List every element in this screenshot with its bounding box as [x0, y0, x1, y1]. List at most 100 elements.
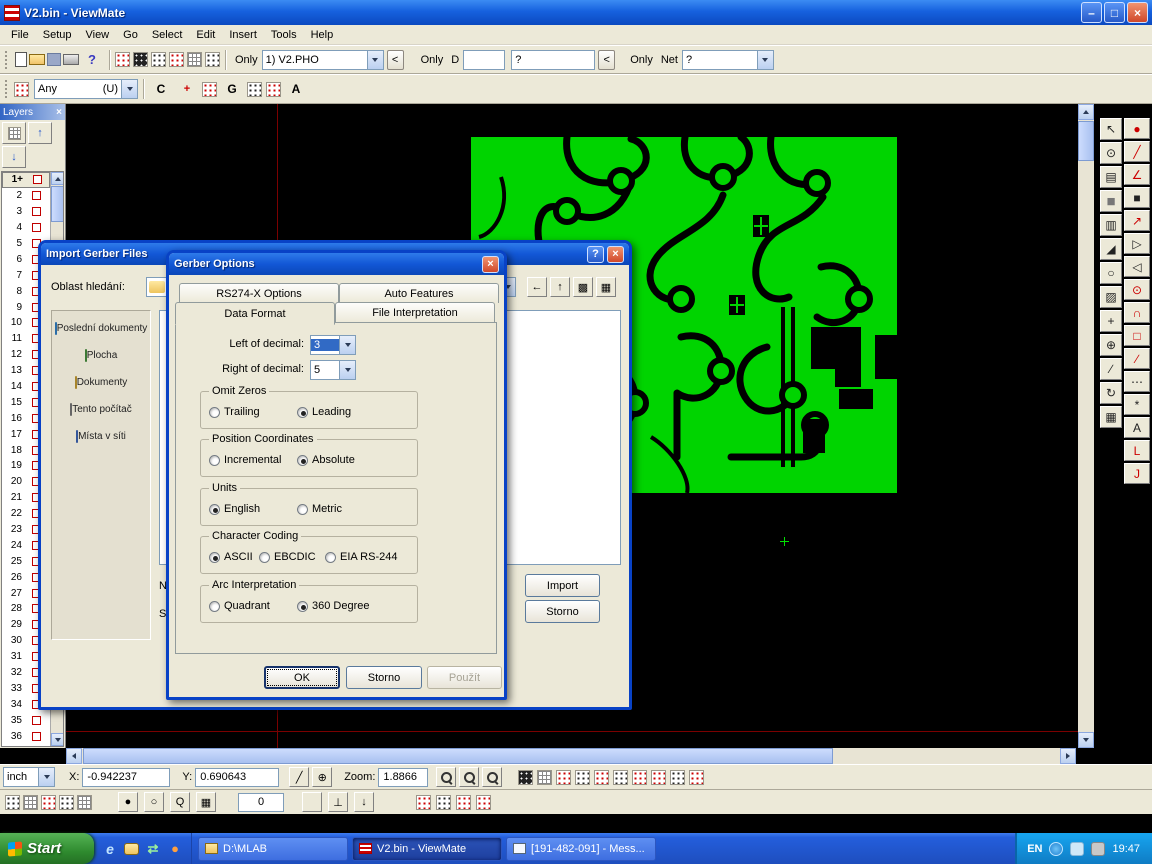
- new-file-icon[interactable]: [15, 52, 27, 67]
- filled-rect-tool-icon[interactable]: ■: [1124, 187, 1150, 208]
- pad-mode-1-icon[interactable]: [556, 770, 571, 785]
- combo-arrow-icon[interactable]: [121, 80, 137, 98]
- place-computer[interactable]: Tento počítač: [52, 402, 150, 419]
- toolbar-gripper[interactable]: [5, 80, 9, 98]
- place-desktop[interactable]: Plocha: [52, 348, 150, 365]
- film-positive-icon[interactable]: [537, 770, 552, 785]
- menu-tools[interactable]: Tools: [264, 27, 304, 43]
- hatch-tool-icon[interactable]: ▨: [1100, 286, 1122, 308]
- corner-tool-icon[interactable]: ◢: [1100, 238, 1122, 260]
- task-message[interactable]: [191-482-091] - Mess...: [506, 837, 656, 861]
- query-icon[interactable]: Q: [170, 792, 190, 812]
- pad-tool-icon[interactable]: ●: [1124, 118, 1150, 139]
- layer-color-swatch[interactable]: [32, 223, 41, 232]
- grid-table-icon[interactable]: ▦: [196, 792, 216, 812]
- grid-toggle-icon[interactable]: [187, 52, 202, 67]
- film-negative-icon[interactable]: [518, 770, 533, 785]
- layers-panel-close-icon[interactable]: ×: [56, 107, 62, 118]
- layer-row[interactable]: 3: [2, 204, 50, 220]
- select-pattern-button[interactable]: [202, 82, 217, 97]
- ok-button[interactable]: OK: [264, 666, 340, 689]
- selection-filter-combo[interactable]: Any (U): [34, 79, 138, 99]
- rect-outline-tool-icon[interactable]: □: [1124, 325, 1150, 346]
- origin-icon[interactable]: ⊕: [312, 767, 332, 787]
- crosshair-toggle-icon[interactable]: [205, 52, 220, 67]
- tab-auto-features[interactable]: Auto Features: [339, 283, 499, 303]
- mirror-tool-icon[interactable]: ▥: [1100, 214, 1122, 236]
- layer-row[interactable]: 2: [2, 188, 50, 204]
- tab-rs274x-options[interactable]: RS274-X Options: [179, 283, 339, 303]
- pad-mode-7-icon[interactable]: [670, 770, 685, 785]
- dcode-view-3-icon[interactable]: [456, 795, 471, 810]
- layer-row[interactable]: 35: [2, 712, 50, 728]
- scroll-up-arrow[interactable]: [51, 172, 64, 185]
- radio-english[interactable]: English: [209, 503, 260, 515]
- print-icon[interactable]: [63, 54, 79, 65]
- scroll-down-arrow[interactable]: [51, 733, 64, 746]
- layer-combo[interactable]: 1) V2.PHO: [262, 50, 384, 70]
- toolbar-gripper[interactable]: [5, 51, 9, 69]
- unit-combo[interactable]: inch: [3, 767, 55, 787]
- close-button[interactable]: ×: [1127, 2, 1148, 23]
- radio-eia-rs244[interactable]: EIA RS-244: [325, 551, 397, 563]
- place-recent-documents[interactable]: Poslední dokumenty: [52, 321, 150, 338]
- save-file-icon[interactable]: [47, 53, 61, 66]
- right-of-decimal-combo[interactable]: 5: [310, 360, 356, 380]
- snap-mode-4-icon[interactable]: [59, 795, 74, 810]
- combo-arrow-icon[interactable]: [339, 336, 355, 354]
- combo-arrow-icon[interactable]: [757, 51, 773, 69]
- close-button[interactable]: ×: [482, 256, 499, 273]
- dcode-view-1-icon[interactable]: [416, 795, 431, 810]
- layer-row[interactable]: 4: [2, 220, 50, 236]
- triangle-left-tool-icon[interactable]: ◁: [1124, 256, 1150, 277]
- dot-grid-icon[interactable]: [302, 792, 322, 812]
- target-tool-icon[interactable]: ⊙: [1124, 279, 1150, 300]
- snap-mode-3-icon[interactable]: [41, 795, 56, 810]
- combo-arrow-icon[interactable]: [38, 768, 54, 786]
- scrollbar-thumb[interactable]: [1078, 121, 1094, 161]
- maximize-button[interactable]: □: [1104, 2, 1125, 23]
- menu-insert[interactable]: Insert: [222, 27, 264, 43]
- grid-value-field[interactable]: 0: [238, 793, 284, 812]
- folder-quicklaunch-icon[interactable]: [124, 843, 139, 855]
- pad-mode-3-icon[interactable]: [594, 770, 609, 785]
- circle-select-tool-icon[interactable]: ○: [1100, 262, 1122, 284]
- layer-color-swatch[interactable]: [33, 175, 42, 184]
- menu-select[interactable]: Select: [145, 27, 190, 43]
- slash-tool-icon[interactable]: ∕: [1124, 348, 1150, 369]
- text-tool-icon[interactable]: A: [1124, 417, 1150, 438]
- highlight-dot-icon[interactable]: ●: [118, 792, 138, 812]
- view-menu-icon[interactable]: ▦: [596, 277, 616, 297]
- snap-mode-2-icon[interactable]: [23, 795, 38, 810]
- step-back-button-2[interactable]: <: [598, 50, 615, 70]
- menu-view[interactable]: View: [78, 27, 116, 43]
- rotate-tool-icon[interactable]: ↻: [1100, 382, 1122, 404]
- origin-tool-icon[interactable]: ⊕: [1100, 334, 1122, 356]
- dcode-view-2-icon[interactable]: [436, 795, 451, 810]
- horizontal-scrollbar[interactable]: [66, 748, 1076, 764]
- layer-row[interactable]: 1+: [2, 172, 50, 188]
- scroll-down-arrow[interactable]: [1078, 732, 1094, 748]
- menu-edit[interactable]: Edit: [189, 27, 222, 43]
- open-file-icon[interactable]: [29, 54, 45, 65]
- zoom-point-tool-icon[interactable]: ⊙: [1100, 142, 1122, 164]
- snap-mode-1-icon[interactable]: [5, 795, 20, 810]
- tab-data-format[interactable]: Data Format: [175, 302, 335, 325]
- scroll-right-arrow[interactable]: [1060, 748, 1076, 764]
- radio-absolute[interactable]: Absolute: [297, 454, 355, 466]
- item-list-tool-icon[interactable]: ▤: [1100, 166, 1122, 188]
- triangle-right-tool-icon[interactable]: ▷: [1124, 233, 1150, 254]
- radio-trailing[interactable]: Trailing: [209, 406, 260, 418]
- zoom-all-icon[interactable]: [482, 767, 502, 787]
- pad-mode-6-icon[interactable]: [651, 770, 666, 785]
- pad-mode-8-icon[interactable]: [689, 770, 704, 785]
- up-folder-icon[interactable]: ↑: [550, 277, 570, 297]
- select-component-button[interactable]: C: [150, 78, 172, 100]
- layer-table-button[interactable]: [2, 122, 26, 144]
- radio-metric[interactable]: Metric: [297, 503, 342, 515]
- arc-tool-icon[interactable]: ∩: [1124, 302, 1150, 323]
- close-button[interactable]: ×: [607, 246, 624, 263]
- left-of-decimal-combo[interactable]: 3: [310, 335, 356, 355]
- dcode-value-input[interactable]: [463, 50, 505, 70]
- menu-file[interactable]: File: [4, 27, 36, 43]
